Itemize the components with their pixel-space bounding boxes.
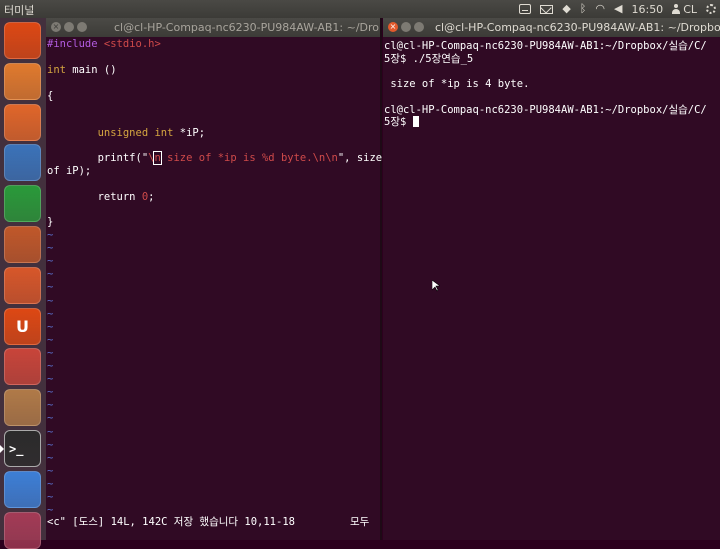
launcher-files-icon[interactable] xyxy=(4,62,41,100)
tilde-marker: ~ xyxy=(47,386,54,399)
window-title: cl@cl-HP-Compaq-nc6230-PU984AW-AB1: ~/Dr… xyxy=(435,21,720,34)
tilde-marker: ~ xyxy=(47,294,54,307)
tilde-marker: ~ xyxy=(47,425,54,438)
volume-icon[interactable]: ◀ xyxy=(614,1,622,17)
tilde-marker: ~ xyxy=(47,229,54,241)
maximize-icon[interactable] xyxy=(414,22,424,32)
code-line-close-brace: } xyxy=(47,216,54,228)
launcher-update-manager-icon[interactable] xyxy=(4,389,41,427)
window-titlebar[interactable]: × cl@cl-HP-Compaq-nc6230-PU984AW-AB1: ~/… xyxy=(383,18,720,37)
app-title: 터미널 xyxy=(4,4,35,17)
vim-terminal-window[interactable]: × cl@cl-HP-Compaq-nc6230-PU984AW-AB1: ~/… xyxy=(46,18,382,540)
launcher-writer-icon[interactable] xyxy=(4,144,41,182)
tilde-marker: ~ xyxy=(47,360,54,372)
window-title: cl@cl-HP-Compaq-nc6230-PU984AW-AB1: ~/Dr… xyxy=(114,21,380,34)
text-cursor xyxy=(412,116,419,128)
launcher-software-center-icon[interactable] xyxy=(4,266,41,304)
launcher-ubuntu-one-icon[interactable]: U xyxy=(4,307,41,345)
tilde-marker: ~ xyxy=(47,412,54,425)
tilde-marker: ~ xyxy=(47,281,54,294)
shell-line: cl@cl-HP-Compaq-nc6230-PU984AW-AB1:~/Dro… xyxy=(384,40,707,52)
vim-editor[interactable]: #include <stdio.h> int main () { unsigne… xyxy=(46,37,382,540)
shell-terminal-window[interactable]: × cl@cl-HP-Compaq-nc6230-PU984AW-AB1: ~/… xyxy=(383,18,720,540)
active-app-indicator xyxy=(0,445,4,453)
tilde-marker: ~ xyxy=(47,399,54,412)
user-menu[interactable]: CL xyxy=(672,3,697,16)
tilde-marker: ~ xyxy=(47,320,54,333)
tilde-marker: ~ xyxy=(47,307,54,320)
keyboard-icon[interactable] xyxy=(519,4,532,14)
launcher-terminal-icon[interactable]: >_ xyxy=(4,430,41,467)
user-name: CL xyxy=(683,2,697,16)
tilde-marker: ~ xyxy=(47,464,54,477)
tilde-marker: ~ xyxy=(47,373,54,386)
bluetooth-icon[interactable]: ᛒ xyxy=(580,1,587,17)
code-line-printf-wrap: of iP); xyxy=(47,165,92,177)
mail-icon[interactable] xyxy=(540,4,554,14)
close-icon[interactable]: × xyxy=(388,22,398,32)
shell-line: 5장$ ./5장연습_5 xyxy=(384,52,474,65)
window-titlebar[interactable]: × cl@cl-HP-Compaq-nc6230-PU984AW-AB1: ~/… xyxy=(46,18,380,37)
tilde-marker: ~ xyxy=(47,242,54,255)
network-icon[interactable]: ◠ xyxy=(595,1,605,17)
launcher-calc-icon[interactable] xyxy=(4,185,41,223)
minimize-icon[interactable] xyxy=(64,22,74,32)
tilde-marker: ~ xyxy=(47,268,54,281)
code-line-open-brace: { xyxy=(47,90,54,102)
tilde-marker: ~ xyxy=(47,438,54,451)
shell-line: size of *ip is 4 byte. xyxy=(384,78,530,91)
dropbox-tray-icon[interactable]: ◆ xyxy=(562,1,570,17)
tilde-marker: ~ xyxy=(47,333,54,346)
gear-icon[interactable] xyxy=(706,4,716,14)
code-line-include: #include <stdio.h> xyxy=(47,38,161,50)
shell-line: cl@cl-HP-Compaq-nc6230-PU984AW-AB1:~/Dro… xyxy=(384,103,707,116)
launcher-firefox-icon[interactable] xyxy=(4,103,41,141)
top-panel: 터미널 ◆ ᛒ ◠ ◀ 16:50 CL xyxy=(0,0,720,18)
system-tray: ◆ ᛒ ◠ ◀ 16:50 CL xyxy=(519,1,716,17)
tilde-marker: ~ xyxy=(47,451,54,464)
code-line-printf: printf("\n size of *ip is %d byte.\n\n",… xyxy=(97,151,383,165)
vim-status-line: <c" [도스] 14L, 142C 저장 했습니다 10,11-18 모두 xyxy=(47,516,370,528)
launcher-system-settings-icon[interactable] xyxy=(4,348,41,386)
launcher-impress-icon[interactable] xyxy=(4,226,41,263)
code-line-declaration: unsigned int *iP; xyxy=(97,127,206,139)
tilde-marker: ~ xyxy=(47,477,54,490)
shell-line: 5장$ xyxy=(384,116,419,129)
maximize-icon[interactable] xyxy=(77,22,87,32)
launcher-ubuntu-dash-icon[interactable] xyxy=(4,22,41,59)
close-icon[interactable]: × xyxy=(51,22,61,32)
minimize-icon[interactable] xyxy=(401,22,411,32)
launcher-trash-icon[interactable] xyxy=(4,511,41,549)
tilde-marker: ~ xyxy=(47,491,54,503)
launcher-dropbox-icon[interactable] xyxy=(4,470,41,508)
code-line-main: int main () xyxy=(47,64,117,76)
clock[interactable]: 16:50 xyxy=(631,3,663,16)
user-icon xyxy=(672,4,681,14)
launcher: U >_ xyxy=(0,18,47,549)
tilde-marker: ~ xyxy=(47,255,54,268)
code-line-return: return 0; xyxy=(97,191,155,203)
tilde-marker: ~ xyxy=(47,346,54,359)
